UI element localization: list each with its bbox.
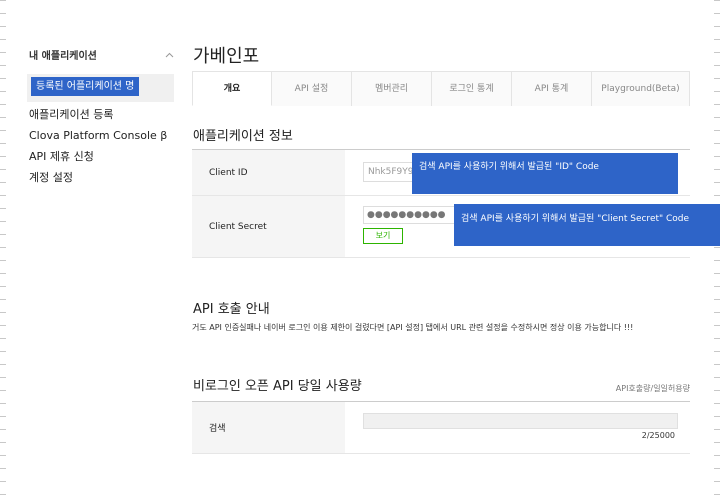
tab-playground[interactable]: Playground(Beta) [592,71,690,106]
tab-api-settings[interactable]: API 설정 [272,71,352,106]
client-secret-label: Client Secret [192,196,345,257]
usage-row-value: 2/25000 [345,402,690,453]
sidebar-header[interactable]: 내 애플리케이션 [29,44,174,64]
tab-overview[interactable]: 개요 [192,71,272,106]
client-secret-annotation: 검색 API를 사용하기 위해서 발급된 "Client Secret" Cod… [454,204,720,246]
usage-count: 2/25000 [641,431,675,440]
usage-caption: API호출량/일일허용량 [615,384,690,393]
right-guide-line [712,0,720,497]
client-secret-field[interactable]: ●●●●●●●●●● [363,206,463,224]
api-guide-text: 거도 API 인증실패나 네이버 로그인 이용 제한이 걸렸다면 [API 설정… [192,323,634,332]
app-info-title: 애플리케이션 정보 [193,129,293,144]
client-id-label: Client ID [192,150,345,195]
show-secret-button[interactable]: 보기 [363,228,403,244]
sidebar-item-account-settings[interactable]: 계정 설정 [29,167,174,188]
api-guide-title: API 호출 안내 [193,302,270,317]
chevron-up-icon[interactable] [165,50,174,59]
sidebar-items: 애플리케이션 등록 Clova Platform Console β API 제… [29,104,174,188]
page-title: 가베인포 [193,46,260,67]
tab-bar: 개요 API 설정 멤버관리 로그인 통계 API 통계 Playground(… [192,71,690,106]
usage-row-label: 검색 [192,402,345,453]
tab-login-stats[interactable]: 로그인 통계 [432,71,512,106]
usage-title: 비로그인 오픈 API 당일 사용량 [193,379,362,394]
client-id-annotation: 검색 API를 사용하기 위해서 발급된 "ID" Code [412,153,678,194]
sidebar-item-clova-console[interactable]: Clova Platform Console β [29,125,174,146]
tab-member-management[interactable]: 멤버관리 [352,71,432,106]
left-guide-line [0,0,12,497]
selected-app-label: 등록된 어플리케이션 명 [31,77,140,96]
tab-api-stats[interactable]: API 통계 [512,71,592,106]
sidebar-item-selected-app[interactable]: 등록된 어플리케이션 명 [27,74,174,102]
sidebar-item-api-partnership[interactable]: API 제휴 신청 [29,146,174,167]
sidebar-item-register-app[interactable]: 애플리케이션 등록 [29,104,174,125]
sidebar-title: 내 애플리케이션 [29,50,97,62]
usage-progress-bar [363,413,678,429]
sidebar: 내 애플리케이션 등록된 어플리케이션 명 애플리케이션 등록 Clova Pl… [27,44,174,188]
usage-table: 검색 2/25000 [192,401,690,454]
